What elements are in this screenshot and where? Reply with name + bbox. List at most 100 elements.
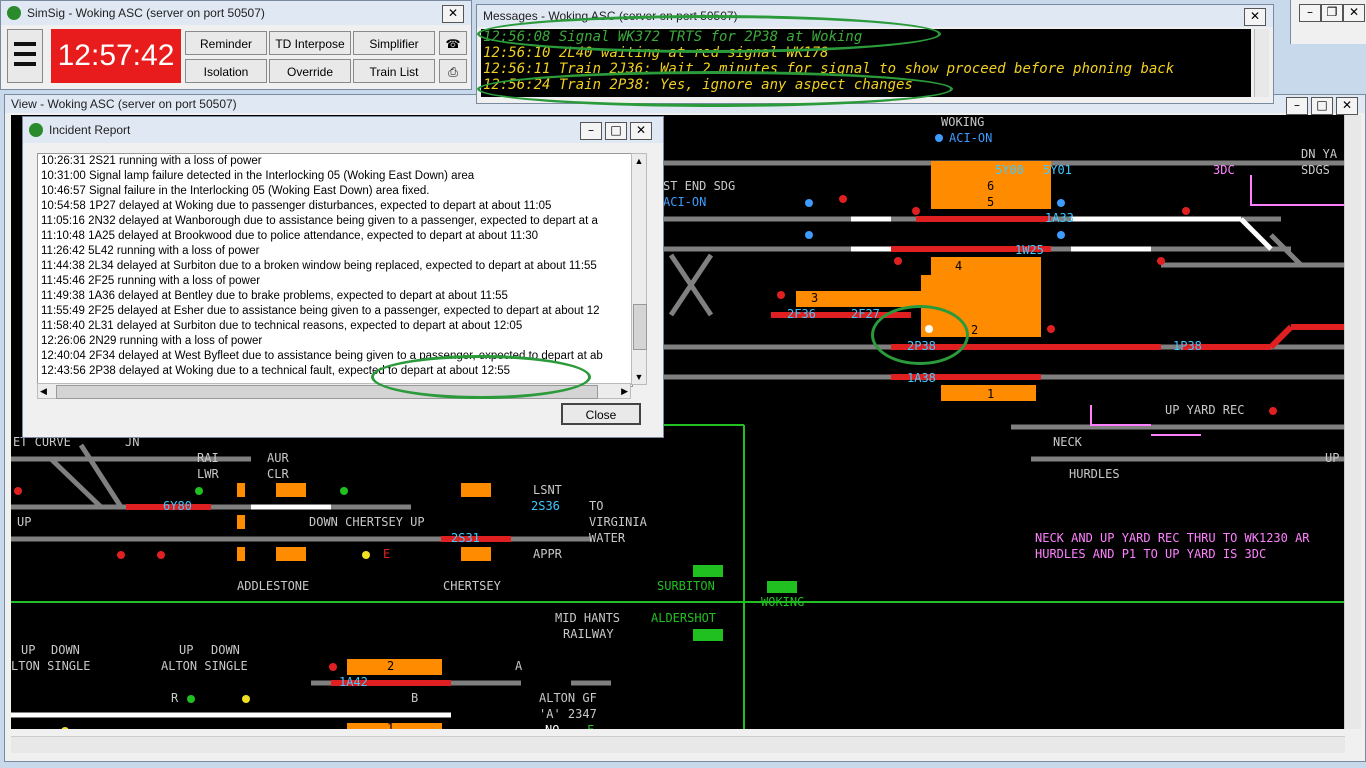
incident-log: 10:26:31 2S21 running with a loss of pow… <box>37 153 633 387</box>
up-right-label: UP <box>1325 451 1340 465</box>
surbiton-exit-label: SURBITON <box>657 579 715 593</box>
platform-4: 4 <box>955 259 963 273</box>
reminder-button[interactable]: Reminder <box>185 31 267 55</box>
annotation-oval <box>371 355 591 399</box>
incident-minimize-button[interactable]: – <box>580 122 602 140</box>
berth-5y01[interactable]: 5Y01 <box>1043 163 1072 177</box>
berth-2f36[interactable]: 2F36 <box>787 307 816 321</box>
signal-green <box>340 487 348 495</box>
down-label-2: DOWN <box>211 643 240 657</box>
signal-red <box>1182 207 1190 215</box>
signal-yellow <box>242 695 250 703</box>
incident-line-5: 11:10:48 1A25 delayed at Brookwood due t… <box>41 230 539 242</box>
sim-clock[interactable]: 12:57:42 <box>51 29 181 83</box>
td-interpose-button[interactable]: TD Interpose <box>269 31 351 55</box>
platform-block <box>461 483 491 497</box>
menu-button[interactable] <box>7 29 43 83</box>
annotation-oval <box>871 305 969 365</box>
signal-red <box>1269 407 1277 415</box>
close-button[interactable]: Close <box>561 403 641 425</box>
signal-red <box>894 257 902 265</box>
view-maximize-button[interactable]: □ <box>1311 97 1333 115</box>
r-label: R <box>171 691 179 705</box>
aci-on-label: ACI-ON <box>949 131 993 145</box>
messages-close-button[interactable]: ✕ <box>1244 8 1266 26</box>
platform-block <box>347 659 442 675</box>
berth-2s31[interactable]: 2S31 <box>451 531 480 545</box>
signal-red <box>839 195 847 203</box>
signal-red <box>117 551 125 559</box>
up-yard-rec-label: UP YARD REC <box>1165 403 1245 417</box>
background-window-controls: – ❐ ✕ <box>1290 0 1366 44</box>
simsig-logo-icon <box>7 6 21 20</box>
incident-titlebar[interactable]: Incident Report <box>23 117 663 143</box>
berth-5y00[interactable]: 5Y00 <box>995 163 1024 177</box>
incident-line-0: 10:26:31 2S21 running with a loss of pow… <box>41 155 262 167</box>
berth-1w25[interactable]: 1W25 <box>1015 243 1044 257</box>
train-list-button[interactable]: Train List <box>353 59 435 83</box>
control-title: SimSig - Woking ASC (server on port 5050… <box>27 6 265 20</box>
berth-2s36[interactable]: 2S36 <box>531 499 560 513</box>
up-label-2: UP <box>179 643 194 657</box>
messages-window: Messages - Woking ASC (server on port 50… <box>476 4 1274 107</box>
vertical-scrollbar[interactable] <box>1344 115 1361 729</box>
telephone-button[interactable]: ☎ <box>439 31 467 55</box>
incident-line-4: 11:05:16 2N32 delayed at Wanborough due … <box>41 215 598 227</box>
down-chertsey-up-label: DOWN CHERTSEY UP <box>309 515 425 529</box>
bg-restore-button[interactable]: ❐ <box>1321 4 1343 22</box>
scroll-thumb[interactable] <box>633 304 647 350</box>
exit-indicator <box>693 629 723 641</box>
platform-5: 5 <box>987 195 995 209</box>
printer-icon: ⎙ <box>448 65 458 79</box>
b-label: B <box>411 691 419 705</box>
platform-lower-2: 2 <box>387 659 395 673</box>
platform-1: 1 <box>987 387 995 401</box>
3dc-label: 3DC <box>1213 163 1235 177</box>
control-titlebar[interactable]: SimSig - Woking ASC (server on port 5050… <box>1 1 471 25</box>
scroll-left-arrow-icon[interactable]: ◀ <box>40 384 47 398</box>
platform-block <box>237 547 245 561</box>
horizontal-scrollbar[interactable] <box>11 736 1345 753</box>
berth-6y80[interactable]: 6Y80 <box>163 499 192 513</box>
incident-vertical-scrollbar[interactable]: ▲ ▼ <box>631 153 647 385</box>
isolation-button[interactable]: Isolation <box>185 59 267 83</box>
addlestone-label: ADDLESTONE <box>237 579 310 593</box>
incident-line-8: 11:45:46 2F25 running with a loss of pow… <box>41 275 261 287</box>
exit-indicator <box>693 565 723 577</box>
view-minimize-button[interactable]: – <box>1286 97 1308 115</box>
route-track <box>1239 217 1273 251</box>
incident-close-icon-button[interactable]: ✕ <box>630 122 652 140</box>
aur-label: AUR <box>267 451 289 465</box>
override-button[interactable]: Override <box>269 59 351 83</box>
berth-1a38[interactable]: 1A38 <box>907 371 936 385</box>
annotation-oval <box>477 15 941 53</box>
scroll-up-arrow-icon[interactable]: ▲ <box>632 154 646 168</box>
simplifier-button[interactable]: Simplifier <box>353 31 435 55</box>
print-button[interactable]: ⎙ <box>439 59 467 83</box>
scroll-right-arrow-icon[interactable]: ▶ <box>621 384 628 398</box>
up-label-1: UP <box>21 643 36 657</box>
view-close-button[interactable]: ✕ <box>1336 97 1358 115</box>
bg-minimize-button[interactable]: – <box>1299 4 1321 22</box>
incident-line-1: 10:31:00 Signal lamp failure detected in… <box>41 170 475 182</box>
scroll-down-arrow-icon[interactable]: ▼ <box>632 370 646 384</box>
hamburger-icon <box>14 42 36 66</box>
control-close-button[interactable]: ✕ <box>442 5 464 23</box>
up-left-label: UP <box>17 515 32 529</box>
berth-1a42[interactable]: 1A42 <box>339 675 368 689</box>
incident-maximize-button[interactable]: □ <box>605 122 627 140</box>
down-label-1: DOWN <box>51 643 80 657</box>
view-title: View - Woking ASC (server on port 50507) <box>11 97 237 111</box>
bg-close-button[interactable]: ✕ <box>1343 4 1365 22</box>
a-2347-label: 'A' 2347 <box>539 707 597 721</box>
aci-indicator <box>805 231 813 239</box>
telephone-icon: ☎ <box>445 37 461 51</box>
berth-1p38[interactable]: 1P38 <box>1173 339 1202 353</box>
alton-single-label-1: LTON SINGLE <box>11 659 91 673</box>
messages-scrollbar[interactable] <box>1254 29 1269 97</box>
exit-indicator <box>767 581 797 593</box>
platform-block <box>276 483 306 497</box>
berth-2f27[interactable]: 2F27 <box>851 307 880 321</box>
control-window: SimSig - Woking ASC (server on port 5050… <box>0 0 472 90</box>
berth-1a33[interactable]: 1A33 <box>1045 211 1074 225</box>
